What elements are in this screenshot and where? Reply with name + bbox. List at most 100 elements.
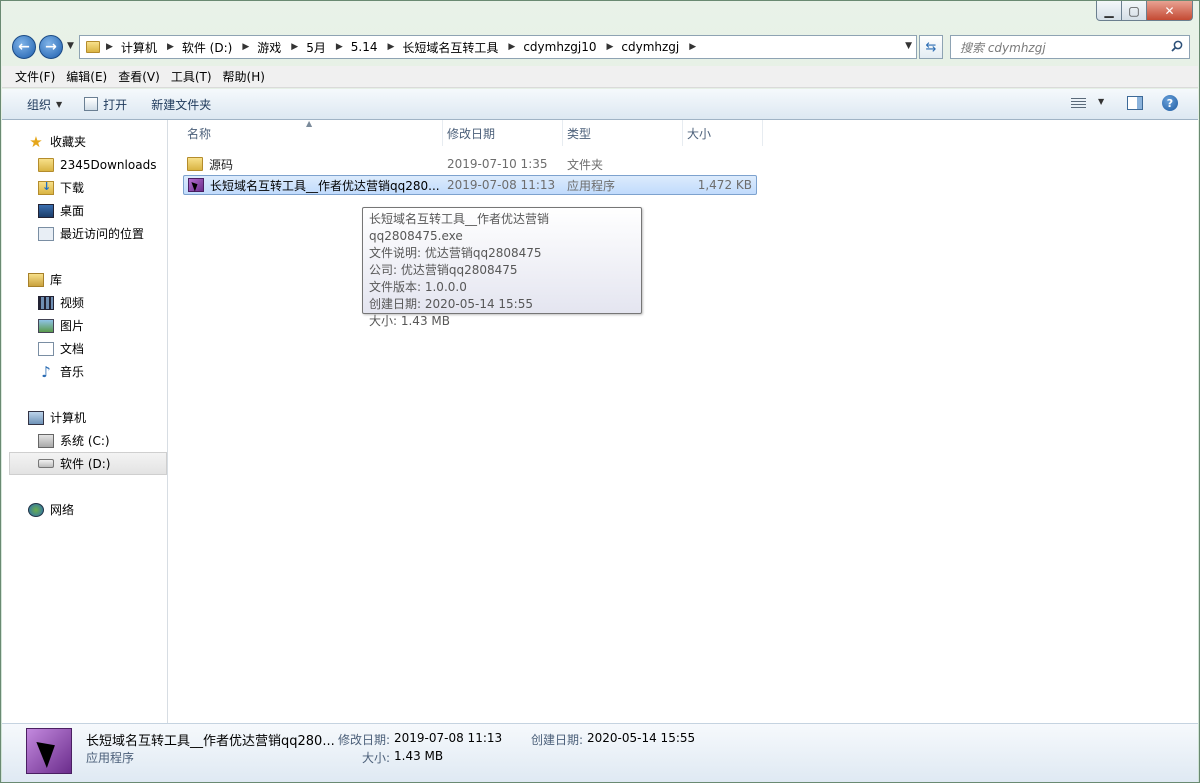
vertical-scrollbar[interactable]: [1188, 120, 1198, 723]
menu-bar: 文件(F) 编辑(E) 查看(V) 工具(T) 帮助(H): [2, 66, 1198, 88]
nav-item-drive-c[interactable]: 系统 (C:): [2, 429, 168, 452]
breadcrumb-cdymhzgj[interactable]: cdymhzgj: [617, 36, 683, 58]
chevron-right-icon[interactable]: ▶: [285, 42, 302, 52]
breadcrumb-games[interactable]: 游戏: [253, 36, 285, 58]
nav-item-music[interactable]: ♪ 音乐: [2, 360, 168, 383]
nav-item-videos[interactable]: 视频: [2, 291, 168, 314]
menu-tools[interactable]: 工具(T): [167, 68, 216, 85]
breadcrumb-may[interactable]: 5月: [302, 36, 330, 58]
chevron-right-icon[interactable]: ▶: [100, 42, 117, 52]
network-group: 网络: [2, 498, 168, 521]
chevron-right-icon[interactable]: ▶: [502, 42, 519, 52]
system-drive-icon: [38, 433, 54, 448]
chevron-right-icon[interactable]: ▶: [330, 42, 347, 52]
column-header-size[interactable]: 大小: [683, 120, 763, 146]
chevron-down-icon[interactable]: ▼: [1098, 97, 1104, 106]
arrow-right-icon: →: [45, 39, 57, 55]
nav-label: 收藏夹: [50, 135, 87, 149]
details-pane: 长短域名互转工具__作者优达营销qq280... 应用程序 修改日期: 2019…: [2, 723, 1198, 782]
nav-item-2345downloads[interactable]: 2345Downloads: [2, 153, 168, 176]
new-folder-button[interactable]: 新建文件夹: [142, 91, 220, 117]
nav-item-downloads[interactable]: 下载: [2, 176, 168, 199]
computer-group: 计算机 系统 (C:) 软件 (D:): [2, 406, 168, 475]
breadcrumb-tool[interactable]: 长短域名互转工具: [398, 36, 502, 58]
file-size: 1,472 KB: [697, 178, 752, 192]
open-icon: [84, 97, 99, 111]
close-button[interactable]: ✕: [1147, 1, 1193, 21]
address-row: ← → ▼ ▶ 计算机 ▶ 软件 (D:) ▶ 游戏 ▶ 5月 ▶ 5.14 ▶…: [1, 33, 1199, 63]
search-input[interactable]: 搜索 cdymhzgj: [950, 35, 1190, 59]
file-name-cell: 长短域名互转工具__作者优达营销qq280...: [184, 175, 443, 195]
preview-pane-icon[interactable]: [1127, 96, 1143, 110]
file-row-source-folder[interactable]: 源码 2019-07-10 1:35 文件夹: [183, 154, 763, 174]
column-name-label: 名称: [187, 126, 212, 141]
nav-label: 桌面: [60, 204, 85, 218]
column-headers: 名称 ▲ 修改日期 类型 大小: [183, 119, 763, 146]
video-icon: [38, 295, 54, 310]
breadcrumb-drive-d[interactable]: 软件 (D:): [178, 36, 236, 58]
breadcrumb-computer[interactable]: 计算机: [117, 36, 161, 58]
organize-label: 组织: [27, 97, 52, 112]
details-title: 长短域名互转工具__作者优达营销qq280...: [86, 734, 335, 749]
nav-item-documents[interactable]: 文档: [2, 337, 168, 360]
title-bar: ▁ ▢ ✕: [1, 1, 1199, 33]
menu-view[interactable]: 查看(V): [114, 68, 164, 85]
maximize-button[interactable]: ▢: [1122, 1, 1147, 21]
chevron-right-icon[interactable]: ▶: [600, 42, 617, 52]
column-header-modified[interactable]: 修改日期: [443, 120, 563, 146]
nav-favorites[interactable]: ★ 收藏夹: [2, 130, 168, 153]
nav-label: 最近访问的位置: [60, 227, 145, 241]
nav-item-drive-d[interactable]: 软件 (D:): [9, 452, 167, 475]
chevron-right-icon[interactable]: ▶: [161, 42, 178, 52]
address-history-dropdown[interactable]: ▼: [905, 41, 912, 51]
chevron-right-icon[interactable]: ▶: [236, 42, 253, 52]
caption-buttons: ▁ ▢ ✕: [1096, 1, 1193, 21]
tooltip-company: 公司: 优达营销qq2808475: [369, 263, 518, 277]
forward-button[interactable]: →: [39, 35, 63, 59]
file-type: 文件夹: [567, 157, 604, 172]
recent-pages-dropdown[interactable]: ▼: [67, 41, 74, 51]
open-button[interactable]: 打开: [75, 91, 136, 117]
help-icon[interactable]: ?: [1162, 95, 1178, 111]
chevron-right-icon[interactable]: ▶: [683, 42, 700, 52]
file-row-exe[interactable]: 长短域名互转工具__作者优达营销qq280... 2019-07-08 11:1…: [183, 175, 757, 195]
details-created-value: 2020-05-14 15:55: [587, 731, 696, 745]
minimize-button[interactable]: ▁: [1096, 1, 1122, 21]
column-header-name[interactable]: 名称 ▲: [183, 119, 443, 146]
nav-libraries[interactable]: 库: [2, 268, 168, 291]
menu-help[interactable]: 帮助(H): [219, 68, 269, 85]
exe-icon: [188, 178, 204, 192]
menu-edit[interactable]: 编辑(E): [62, 68, 111, 85]
nav-network[interactable]: 网络: [2, 498, 168, 521]
nav-label: 文档: [60, 342, 85, 356]
breadcrumb-cdymhzgj10[interactable]: cdymhzgj10: [519, 36, 600, 58]
nav-item-recent-places[interactable]: 最近访问的位置: [2, 222, 168, 245]
file-list: 名称 ▲ 修改日期 类型 大小 源码 2019-07-10 1:35 文件夹 长…: [168, 119, 1198, 723]
folder-icon: [86, 41, 100, 53]
column-header-type[interactable]: 类型: [563, 120, 683, 146]
file-size: [683, 154, 763, 174]
search-icon[interactable]: [1171, 40, 1183, 52]
library-icon: [28, 272, 44, 287]
file-name: 长短域名互转工具__作者优达营销qq280...: [210, 178, 440, 193]
nav-computer[interactable]: 计算机: [2, 406, 168, 429]
details-size-label: 大小:: [362, 751, 391, 765]
nav-item-desktop[interactable]: 桌面: [2, 199, 168, 222]
details-modified-label: 修改日期:: [338, 733, 391, 747]
nav-item-pictures[interactable]: 图片: [2, 314, 168, 337]
refresh-button[interactable]: ⇆: [919, 35, 943, 59]
nav-label: 软件 (D:): [60, 457, 111, 471]
organize-button[interactable]: 组织 ▼: [18, 91, 71, 117]
tooltip-filename: 长短域名互转工具__作者优达营销qq2808475.exe: [369, 212, 550, 243]
favorites-group: ★ 收藏夹 2345Downloads 下载 桌面 最近访问的位置: [2, 130, 168, 245]
exe-thumbnail-icon: [26, 728, 72, 774]
back-button[interactable]: ←: [12, 35, 36, 59]
nav-label: 图片: [60, 319, 85, 333]
view-options-icon[interactable]: [1071, 98, 1086, 109]
address-bar[interactable]: ▶ 计算机 ▶ 软件 (D:) ▶ 游戏 ▶ 5月 ▶ 5.14 ▶ 长短域名互…: [79, 35, 917, 59]
chevron-right-icon[interactable]: ▶: [381, 42, 398, 52]
menu-file[interactable]: 文件(F): [11, 68, 59, 85]
open-label: 打开: [103, 97, 128, 112]
file-name: 源码: [209, 157, 234, 172]
breadcrumb-5-14[interactable]: 5.14: [347, 36, 382, 58]
